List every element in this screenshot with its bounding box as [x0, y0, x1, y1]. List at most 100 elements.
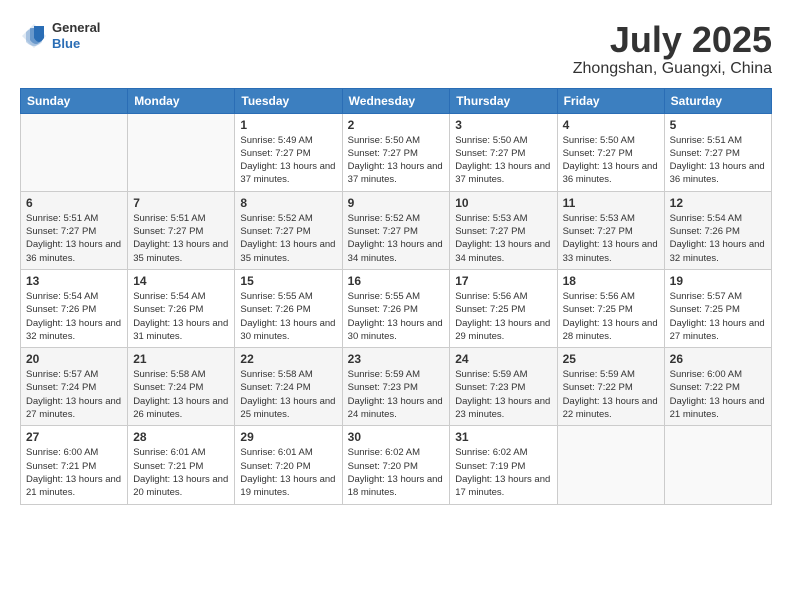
weekday-header-saturday: Saturday: [664, 88, 771, 113]
logo-general-text: General: [52, 20, 100, 36]
calendar-cell: 19Sunrise: 5:57 AM Sunset: 7:25 PM Dayli…: [664, 269, 771, 347]
day-info: Sunrise: 5:51 AM Sunset: 7:27 PM Dayligh…: [670, 134, 766, 187]
day-info: Sunrise: 5:50 AM Sunset: 7:27 PM Dayligh…: [455, 134, 551, 187]
location-title: Zhongshan, Guangxi, China: [573, 60, 772, 78]
day-info: Sunrise: 5:59 AM Sunset: 7:22 PM Dayligh…: [563, 368, 659, 421]
day-number: 7: [133, 196, 229, 210]
calendar-cell: 12 Sunrise: 5:54 AM Sunset: 7:26 PM Dayli…: [664, 191, 771, 269]
day-info: Sunrise: 5:56 AM Sunset: 7:25 PM Dayligh…: [455, 290, 551, 343]
day-info: Sunrise: 5:55 AM Sunset: 7:26 PM Dayligh…: [240, 290, 336, 343]
day-number: 26: [670, 352, 766, 366]
calendar-cell: 21 Sunrise: 5:58 AM Sunset: 7:24 PM Dayli…: [128, 348, 235, 426]
weekday-header-friday: Friday: [557, 88, 664, 113]
calendar-week-row: 6 Sunrise: 5:51 AM Sunset: 7:27 PM Daylig…: [21, 191, 772, 269]
calendar-cell: 30 Sunrise: 6:02 AM Sunset: 7:20 PM Dayli…: [342, 426, 450, 504]
calendar-cell: 18Sunrise: 5:56 AM Sunset: 7:25 PM Dayli…: [557, 269, 664, 347]
day-info: Sunrise: 5:57 AM Sunset: 7:24 PM Dayligh…: [26, 368, 122, 421]
day-number: 6: [26, 196, 122, 210]
calendar-cell: 20 Sunrise: 5:57 AM Sunset: 7:24 PM Dayli…: [21, 348, 128, 426]
calendar-cell: 11 Sunrise: 5:53 AM Sunset: 7:27 PM Dayli…: [557, 191, 664, 269]
day-number: 15: [240, 274, 336, 288]
day-info: Sunrise: 5:49 AM Sunset: 7:27 PM Dayligh…: [240, 134, 336, 187]
day-info: Sunrise: 6:02 AM Sunset: 7:19 PM Dayligh…: [455, 446, 551, 499]
day-number: 19: [670, 274, 766, 288]
day-info: Sunrise: 5:54 AM Sunset: 7:26 PM Dayligh…: [133, 290, 229, 343]
day-number: 18: [563, 274, 659, 288]
day-number: 12: [670, 196, 766, 210]
day-number: 16: [348, 274, 445, 288]
title-block: July 2025 Zhongshan, Guangxi, China: [573, 20, 772, 78]
day-info: Sunrise: 5:53 AM Sunset: 7:27 PM Dayligh…: [563, 212, 659, 265]
day-number: 30: [348, 430, 445, 444]
calendar-cell: 28 Sunrise: 6:01 AM Sunset: 7:21 PM Dayli…: [128, 426, 235, 504]
calendar-cell: 26 Sunrise: 6:00 AM Sunset: 7:22 PM Dayli…: [664, 348, 771, 426]
calendar-cell: 17 Sunrise: 5:56 AM Sunset: 7:25 PM Dayli…: [450, 269, 557, 347]
day-number: 3: [455, 118, 551, 132]
day-number: 28: [133, 430, 229, 444]
day-info: Sunrise: 5:58 AM Sunset: 7:24 PM Dayligh…: [240, 368, 336, 421]
calendar-cell: 9Sunrise: 5:52 AM Sunset: 7:27 PM Daylig…: [342, 191, 450, 269]
day-number: 21: [133, 352, 229, 366]
calendar-week-row: 20 Sunrise: 5:57 AM Sunset: 7:24 PM Dayli…: [21, 348, 772, 426]
calendar-cell: 10Sunrise: 5:53 AM Sunset: 7:27 PM Dayli…: [450, 191, 557, 269]
calendar-cell: 25 Sunrise: 5:59 AM Sunset: 7:22 PM Dayli…: [557, 348, 664, 426]
day-info: Sunrise: 6:00 AM Sunset: 7:22 PM Dayligh…: [670, 368, 766, 421]
day-number: 2: [348, 118, 445, 132]
calendar-cell: [128, 113, 235, 191]
day-number: 24: [455, 352, 551, 366]
day-number: 11: [563, 196, 659, 210]
calendar-cell: 6 Sunrise: 5:51 AM Sunset: 7:27 PM Daylig…: [21, 191, 128, 269]
page-header: General Blue July 2025 Zhongshan, Guangx…: [20, 20, 772, 78]
calendar-cell: [557, 426, 664, 504]
calendar-week-row: 27 Sunrise: 6:00 AM Sunset: 7:21 PM Dayli…: [21, 426, 772, 504]
logo-icon: [20, 22, 48, 50]
calendar-week-row: 1Sunrise: 5:49 AM Sunset: 7:27 PM Daylig…: [21, 113, 772, 191]
day-info: Sunrise: 5:58 AM Sunset: 7:24 PM Dayligh…: [133, 368, 229, 421]
day-info: Sunrise: 6:02 AM Sunset: 7:20 PM Dayligh…: [348, 446, 445, 499]
calendar-cell: 3 Sunrise: 5:50 AM Sunset: 7:27 PM Daylig…: [450, 113, 557, 191]
calendar-cell: 29Sunrise: 6:01 AM Sunset: 7:20 PM Dayli…: [235, 426, 342, 504]
calendar-cell: 16 Sunrise: 5:55 AM Sunset: 7:26 PM Dayli…: [342, 269, 450, 347]
day-info: Sunrise: 5:54 AM Sunset: 7:26 PM Dayligh…: [670, 212, 766, 265]
day-info: Sunrise: 5:51 AM Sunset: 7:27 PM Dayligh…: [133, 212, 229, 265]
weekday-header-monday: Monday: [128, 88, 235, 113]
month-title: July 2025: [573, 20, 772, 60]
day-info: Sunrise: 5:50 AM Sunset: 7:27 PM Dayligh…: [563, 134, 659, 187]
calendar-cell: [664, 426, 771, 504]
weekday-header-tuesday: Tuesday: [235, 88, 342, 113]
logo-text: General Blue: [52, 20, 100, 51]
calendar-table: SundayMondayTuesdayWednesdayThursdayFrid…: [20, 88, 772, 505]
day-info: Sunrise: 5:55 AM Sunset: 7:26 PM Dayligh…: [348, 290, 445, 343]
calendar-cell: 24 Sunrise: 5:59 AM Sunset: 7:23 PM Dayli…: [450, 348, 557, 426]
calendar-cell: 5 Sunrise: 5:51 AM Sunset: 7:27 PM Daylig…: [664, 113, 771, 191]
day-info: Sunrise: 5:51 AM Sunset: 7:27 PM Dayligh…: [26, 212, 122, 265]
day-number: 17: [455, 274, 551, 288]
day-number: 20: [26, 352, 122, 366]
day-info: Sunrise: 5:59 AM Sunset: 7:23 PM Dayligh…: [455, 368, 551, 421]
calendar-cell: [21, 113, 128, 191]
calendar-cell: 15 Sunrise: 5:55 AM Sunset: 7:26 PM Dayli…: [235, 269, 342, 347]
day-info: Sunrise: 5:52 AM Sunset: 7:27 PM Dayligh…: [348, 212, 445, 265]
day-info: Sunrise: 6:01 AM Sunset: 7:21 PM Dayligh…: [133, 446, 229, 499]
day-number: 27: [26, 430, 122, 444]
day-number: 23: [348, 352, 445, 366]
calendar-cell: 1Sunrise: 5:49 AM Sunset: 7:27 PM Daylig…: [235, 113, 342, 191]
calendar-cell: 27 Sunrise: 6:00 AM Sunset: 7:21 PM Dayli…: [21, 426, 128, 504]
day-number: 29: [240, 430, 336, 444]
logo-blue-text: Blue: [52, 36, 100, 52]
day-info: Sunrise: 5:53 AM Sunset: 7:27 PM Dayligh…: [455, 212, 551, 265]
weekday-header-wednesday: Wednesday: [342, 88, 450, 113]
weekday-header-row: SundayMondayTuesdayWednesdayThursdayFrid…: [21, 88, 772, 113]
day-info: Sunrise: 5:54 AM Sunset: 7:26 PM Dayligh…: [26, 290, 122, 343]
day-number: 22: [240, 352, 336, 366]
day-info: Sunrise: 5:52 AM Sunset: 7:27 PM Dayligh…: [240, 212, 336, 265]
day-number: 25: [563, 352, 659, 366]
calendar-cell: 2Sunrise: 5:50 AM Sunset: 7:27 PM Daylig…: [342, 113, 450, 191]
calendar-cell: 7 Sunrise: 5:51 AM Sunset: 7:27 PM Daylig…: [128, 191, 235, 269]
day-number: 31: [455, 430, 551, 444]
day-info: Sunrise: 6:00 AM Sunset: 7:21 PM Dayligh…: [26, 446, 122, 499]
weekday-header-thursday: Thursday: [450, 88, 557, 113]
calendar-cell: 13Sunrise: 5:54 AM Sunset: 7:26 PM Dayli…: [21, 269, 128, 347]
calendar-cell: 8Sunrise: 5:52 AM Sunset: 7:27 PM Daylig…: [235, 191, 342, 269]
day-number: 5: [670, 118, 766, 132]
